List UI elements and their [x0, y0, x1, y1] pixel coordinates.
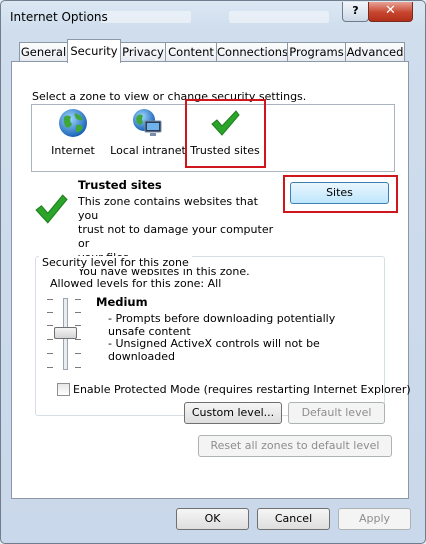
- reset-all-zones-button[interactable]: Reset all zones to default level: [198, 435, 392, 457]
- slider-tick: [47, 299, 53, 300]
- slider-tick: [47, 353, 53, 354]
- zone-label: Local intranet: [110, 144, 186, 157]
- default-level-button[interactable]: Default level: [288, 402, 385, 424]
- slider-tick: [47, 312, 53, 313]
- zone-label: Internet: [51, 144, 95, 157]
- slider-tick: [47, 367, 53, 368]
- internet-options-dialog: Internet Options ? ✕ General Security Pr…: [0, 0, 426, 544]
- checkmark-icon: [35, 194, 68, 224]
- level-bullet: - Prompts before downloading potentially…: [108, 312, 336, 338]
- tab-content[interactable]: Content: [165, 42, 217, 62]
- zone-internet[interactable]: Internet: [38, 105, 108, 171]
- help-button[interactable]: ?: [342, 2, 369, 22]
- window-title: Internet Options: [10, 10, 108, 24]
- slider-tick: [75, 353, 81, 354]
- close-button[interactable]: ✕: [368, 2, 413, 22]
- tab-security[interactable]: Security: [67, 39, 121, 63]
- tab-general[interactable]: General: [19, 42, 68, 62]
- description-line: trust not to damage your computer or: [78, 223, 274, 250]
- tab-programs[interactable]: Programs: [287, 42, 346, 62]
- allowed-levels-text: Allowed levels for this zone: All: [50, 277, 222, 290]
- security-level-name: Medium: [96, 295, 148, 309]
- cancel-button[interactable]: Cancel: [257, 508, 330, 530]
- zone-local-intranet[interactable]: Local intranet: [110, 105, 186, 171]
- highlight-box: [283, 175, 398, 213]
- description-line: This zone contains websites that you: [78, 195, 258, 222]
- highlight-box: [185, 99, 266, 168]
- slider-tick: [47, 339, 53, 340]
- protected-mode-label[interactable]: Enable Protected Mode (requires restarti…: [73, 383, 411, 396]
- tab-advanced[interactable]: Advanced: [345, 42, 405, 62]
- custom-level-button[interactable]: Custom level...: [184, 402, 282, 424]
- slider-thumb[interactable]: [54, 327, 77, 339]
- blurred-background-tab: [101, 11, 191, 23]
- globe-icon: [59, 109, 87, 137]
- blurred-background-tab: [229, 11, 329, 23]
- slider-tick: [75, 325, 81, 326]
- selected-zone-name: Trusted sites: [78, 178, 162, 192]
- level-bullet: - Unsigned ActiveX controls will not be …: [108, 337, 320, 363]
- protected-mode-checkbox[interactable]: [57, 383, 70, 396]
- slider-tick: [47, 325, 53, 326]
- security-level-legend: Security level for this zone: [39, 256, 192, 269]
- slider-tick: [75, 312, 81, 313]
- slider-tick: [75, 299, 81, 300]
- slider-tick: [75, 367, 81, 368]
- apply-button[interactable]: Apply: [338, 508, 411, 530]
- tab-connections[interactable]: Connections: [216, 42, 288, 62]
- ok-button[interactable]: OK: [176, 508, 249, 530]
- tab-privacy[interactable]: Privacy: [120, 42, 166, 62]
- intranet-icon: [133, 109, 162, 136]
- slider-tick: [75, 339, 81, 340]
